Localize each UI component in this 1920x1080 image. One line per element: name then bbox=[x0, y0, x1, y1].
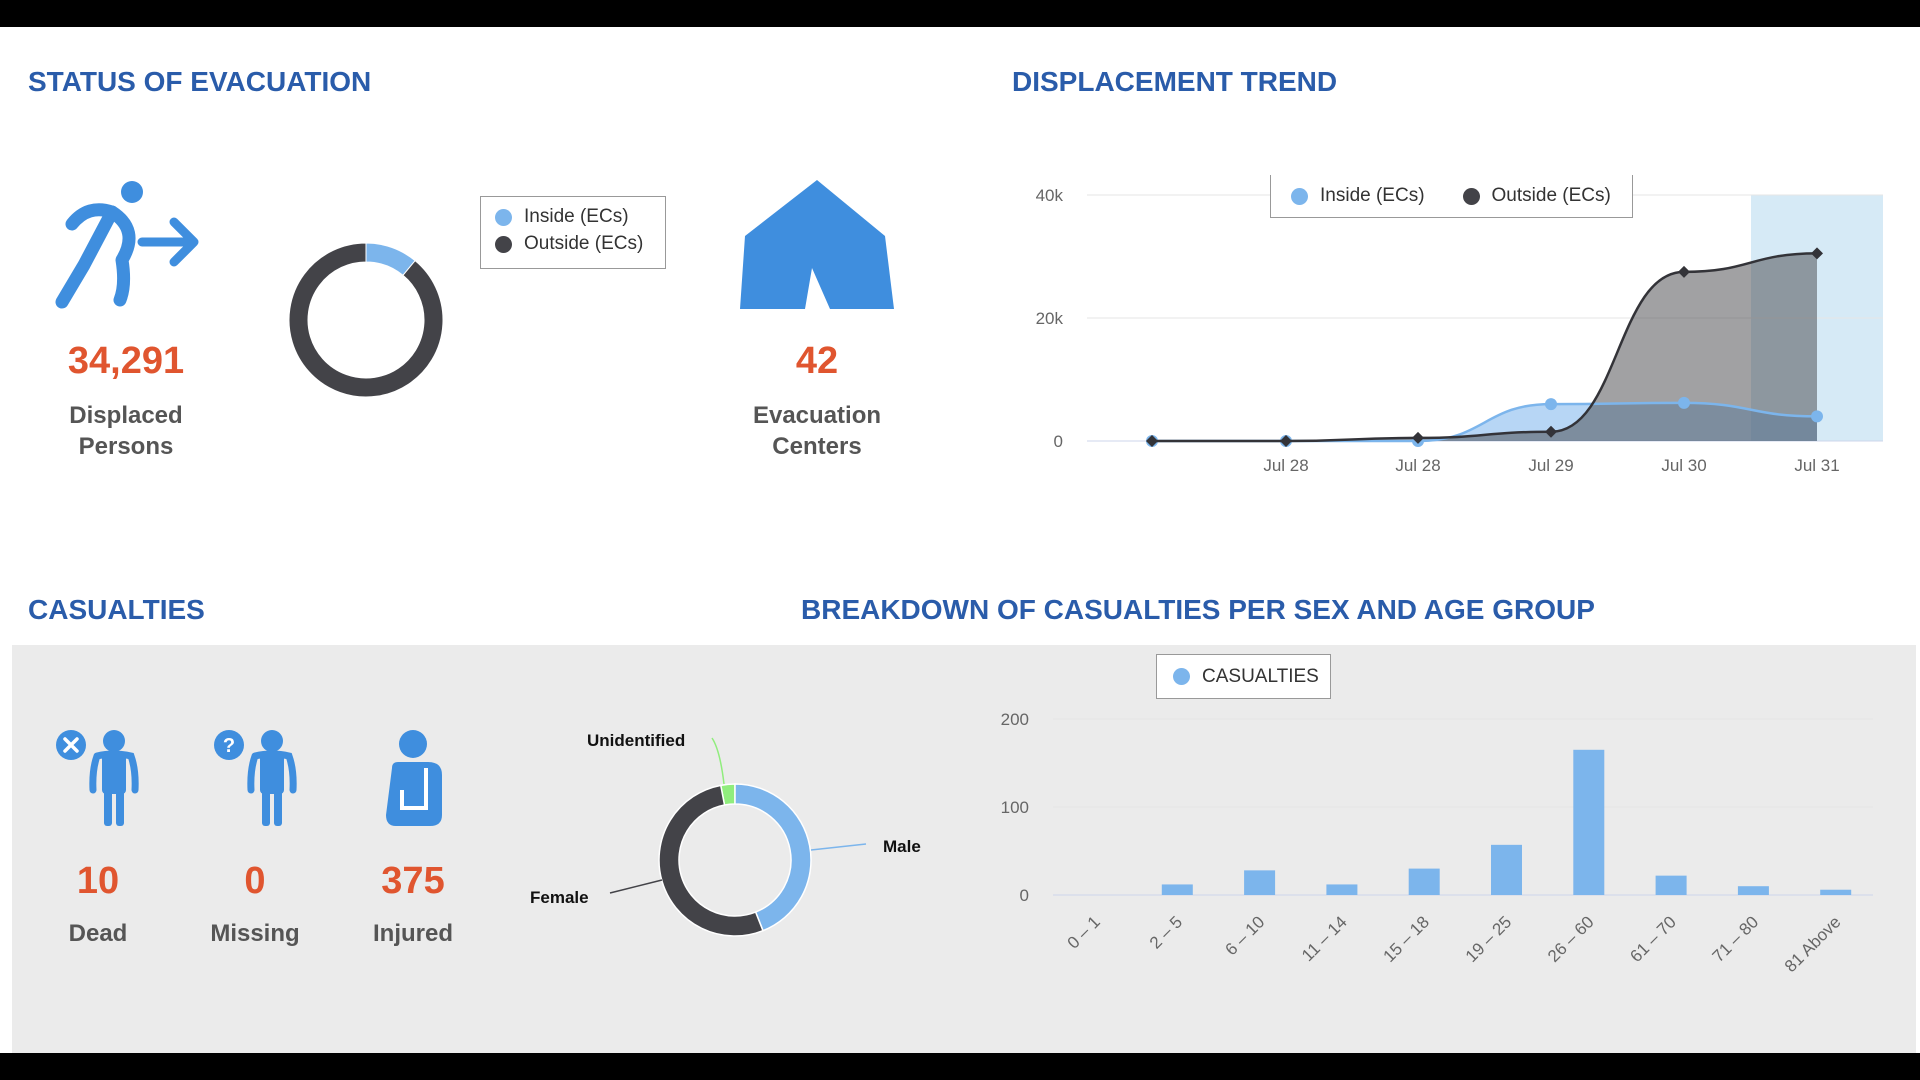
bar-4 bbox=[1408, 868, 1440, 895]
y-tick-label: 200 bbox=[1001, 710, 1029, 729]
x-tick-label: 11 – 14 bbox=[1298, 912, 1351, 965]
x-tick-label: 15 – 18 bbox=[1379, 912, 1433, 966]
x-tick-label: 81 Above bbox=[1781, 912, 1845, 976]
bar-6 bbox=[1573, 749, 1605, 895]
legend-label: CASUALTIES bbox=[1202, 665, 1319, 687]
breakdown-legend: CASUALTIES bbox=[1156, 654, 1331, 699]
x-tick-label: 2 – 5 bbox=[1146, 912, 1186, 952]
bar-3 bbox=[1326, 884, 1358, 895]
y-tick-label: 0 bbox=[1020, 886, 1029, 905]
x-tick-label: 61 – 70 bbox=[1626, 912, 1680, 966]
legend-dot bbox=[1173, 668, 1190, 685]
x-tick-label: 71 – 80 bbox=[1709, 912, 1763, 966]
y-tick-label: 100 bbox=[1001, 798, 1029, 817]
age-group-bar-chart: 0 100 200 0 – 1 2 – 5 6 – 10 11 – 14 15 – 18 19 … bbox=[1001, 710, 1873, 976]
x-tick-label: 26 – 60 bbox=[1544, 912, 1598, 966]
bar-2 bbox=[1244, 870, 1276, 895]
bar-7 bbox=[1655, 875, 1687, 895]
bar-1 bbox=[1161, 884, 1193, 895]
x-tick-label: 0 – 1 bbox=[1064, 912, 1104, 952]
bar-5 bbox=[1491, 844, 1522, 895]
bar-8 bbox=[1737, 886, 1769, 895]
x-tick-label: 19 – 25 bbox=[1462, 912, 1516, 966]
legend-item-casualties[interactable]: CASUALTIES bbox=[1173, 666, 1319, 688]
bar-9 bbox=[1820, 889, 1852, 895]
x-tick-label: 6 – 10 bbox=[1222, 912, 1269, 959]
